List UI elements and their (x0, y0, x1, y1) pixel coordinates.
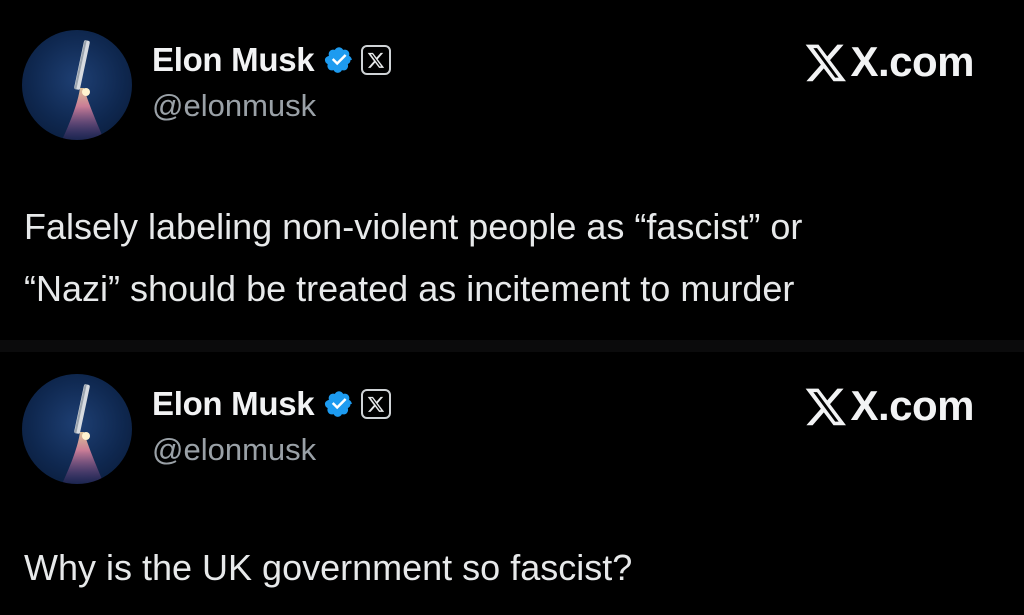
x-logo-icon (361, 45, 392, 75)
tweet-text-line: Why is the UK government so fascist? (24, 547, 633, 588)
tweet-text-line: Falsely labeling non-violent people as “… (24, 206, 803, 247)
tweet-card: Elon Musk @elonmusk X.com Why is the UK … (0, 352, 1024, 615)
divider (0, 340, 1024, 352)
author-name-row: Elon Musk (152, 382, 392, 426)
brand-label: X.com (850, 382, 974, 429)
x-logo-icon (804, 40, 848, 84)
tweet-card: Elon Musk @elonmusk X.com Falsely labeli… (0, 0, 1024, 340)
x-logo-icon (361, 389, 392, 419)
author-handle[interactable]: @elonmusk (152, 432, 316, 468)
author-handle[interactable]: @elonmusk (152, 88, 316, 124)
author-display-name[interactable]: Elon Musk (152, 385, 315, 423)
avatar[interactable] (22, 30, 132, 140)
avatar[interactable] (22, 374, 132, 484)
brand-label: X.com (850, 38, 974, 85)
author-name-row: Elon Musk (152, 38, 392, 82)
x-logo-icon (804, 384, 848, 428)
tweet-text: Why is the UK government so fascist? (24, 537, 1004, 599)
author-display-name[interactable]: Elon Musk (152, 41, 315, 79)
verified-badge-icon (324, 389, 354, 419)
x-com-brand: X.com (804, 382, 974, 430)
tweet-text-line: “Nazi” should be treated as incitement t… (24, 268, 795, 309)
x-com-brand: X.com (804, 38, 974, 86)
verified-badge-icon (324, 45, 354, 75)
tweet-text: Falsely labeling non-violent people as “… (24, 196, 1004, 320)
